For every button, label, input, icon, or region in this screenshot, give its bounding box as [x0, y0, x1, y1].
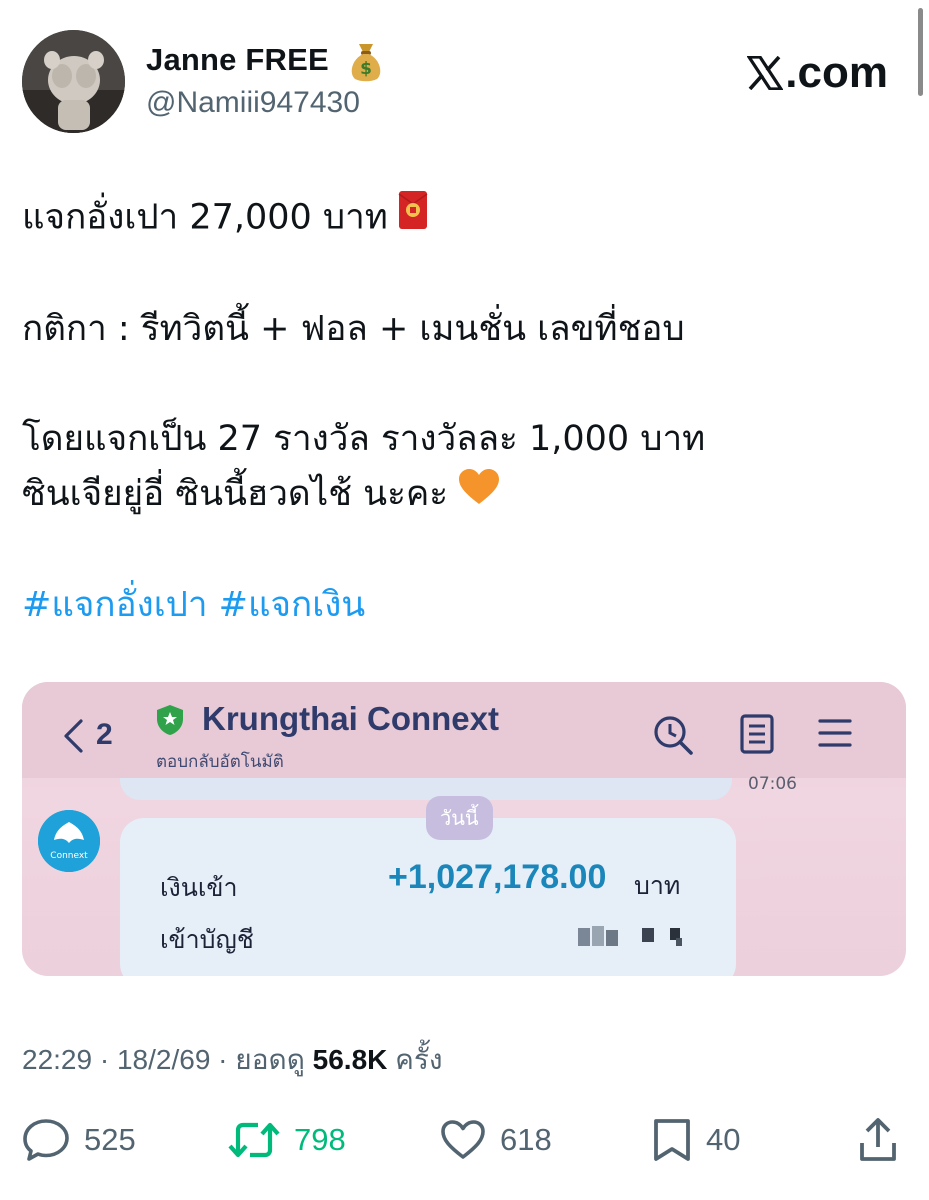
- scrollbar[interactable]: [918, 8, 923, 96]
- svg-text:$: $: [360, 59, 372, 79]
- amount-unit: บาท: [634, 871, 681, 900]
- avatar[interactable]: [22, 30, 125, 133]
- tweet-meta: 22:29 · 18/2/69 · ยอดดู 56.8K ครั้ง: [22, 1038, 443, 1082]
- share-icon: [860, 1118, 896, 1161]
- bookmark-count: 40: [706, 1122, 741, 1157]
- deposit-amount: +1,027,178.00: [388, 858, 607, 896]
- x-logo-icon: [747, 56, 784, 90]
- x-brand: .com: [747, 48, 888, 98]
- share-button[interactable]: [858, 1112, 912, 1168]
- orange-heart-icon: [458, 468, 500, 523]
- reply-button[interactable]: 525: [22, 1112, 136, 1168]
- bot-label: Connext: [50, 851, 88, 861]
- tweet-line-2: กติกา : รีทวิตนี้ + ฟอล + เมนชั่น เลขที่…: [22, 309, 685, 349]
- author-name[interactable]: Janne FREE: [146, 42, 329, 78]
- action-bar: 525 798 618 40: [22, 1112, 906, 1168]
- tweet-line-blank-2: [22, 357, 902, 412]
- meta-separator: ·: [218, 1044, 236, 1075]
- blurred-account-number: [578, 926, 682, 946]
- connext-bot-avatar: Connext: [38, 810, 100, 872]
- tweet-line-1-text: แจกอั่งเปา 27,000 บาท: [22, 197, 388, 238]
- tweet-line-4: ซินเจียยู่อี่ ซินนี้ฮวดไช้ นะคะ: [22, 467, 902, 523]
- like-button[interactable]: 618: [440, 1112, 552, 1168]
- retweet-icon: [228, 1122, 280, 1158]
- like-count: 618: [500, 1122, 552, 1157]
- menu-icon: [818, 719, 852, 747]
- document-list-icon: [740, 714, 774, 754]
- reply-icon: [23, 1119, 69, 1161]
- retweet-count: 798: [294, 1122, 346, 1157]
- reply-count: 525: [84, 1122, 136, 1157]
- search-history-icon: [654, 716, 693, 755]
- deposit-label: เงินเข้า: [160, 873, 238, 902]
- money-bag-icon: $: [347, 40, 385, 82]
- verified-shield-icon: [157, 705, 183, 735]
- account-label: เข้าบัญชี: [160, 925, 254, 954]
- app-name: Krungthai Connext: [202, 700, 499, 737]
- message-time: 07:06: [748, 774, 797, 794]
- tweet-time[interactable]: 22:29: [22, 1044, 92, 1075]
- bookmark-button[interactable]: 40: [652, 1112, 740, 1168]
- tweet-date[interactable]: 18/2/69: [117, 1044, 210, 1075]
- tweet-text: แจกอั่งเปา 27,000 บาท กติกา : รีทวิตนี้ …: [22, 190, 902, 633]
- views-suffix: ครั้ง: [395, 1044, 443, 1075]
- views-prefix: ยอดดู: [235, 1044, 305, 1075]
- bookmark-icon: [654, 1119, 690, 1161]
- author-handle[interactable]: @Namiii947430: [146, 86, 360, 120]
- today-badge: วันนี้: [426, 796, 493, 840]
- back-chevron-icon: [64, 719, 83, 753]
- red-envelope-icon: [398, 190, 428, 247]
- retweet-button[interactable]: 798: [228, 1112, 346, 1168]
- back-count: 2: [96, 718, 113, 751]
- app-subtitle: ตอบกลับอัตโนมัติ: [156, 752, 284, 772]
- tweet-line-1: แจกอั่งเปา 27,000 บาท: [22, 190, 902, 247]
- tweet-line-4-text: ซินเจียยู่อี่ ซินนี้ฮวดไช้ นะคะ: [22, 474, 449, 514]
- tweet-header: Janne FREE $ @Namiii947430 .com: [22, 28, 902, 138]
- tweet-media-image[interactable]: 2 Krungthai Connext ตอบกลับอัตโนมัติ 07:…: [22, 682, 906, 976]
- previous-message-bubble: [120, 778, 732, 800]
- brand-domain: .com: [785, 48, 888, 97]
- heart-icon: [441, 1120, 485, 1159]
- meta-separator: ·: [99, 1044, 117, 1075]
- tweet-line-blank-1: [22, 247, 902, 302]
- tweet-line-blank-3: [22, 523, 902, 578]
- tweet-line-3: โดยแจกเป็น 27 รางวัล รางวัลละ 1,000 บาท: [22, 419, 706, 459]
- tweet-hashtags[interactable]: #แจกอั่งเปา #แจกเงิน: [22, 578, 902, 633]
- views-count[interactable]: 56.8K: [313, 1044, 388, 1075]
